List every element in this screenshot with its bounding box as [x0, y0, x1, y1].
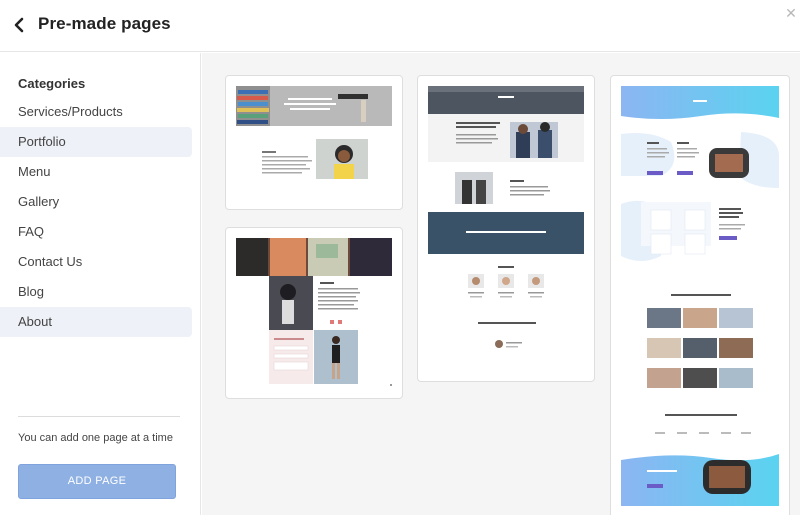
- template-preview: [236, 86, 392, 179]
- template-card-about-fashion[interactable]: [225, 227, 403, 399]
- sidebar-item-label: About: [18, 314, 52, 329]
- category-list: Services/Products Portfolio Menu Gallery…: [0, 97, 201, 337]
- sidebar-item-menu[interactable]: Menu: [0, 157, 201, 187]
- template-gallery: [202, 53, 800, 515]
- close-icon[interactable]: ✕: [784, 6, 798, 20]
- template-card-about-team[interactable]: [610, 75, 790, 515]
- sidebar-item-label: Contact Us: [18, 254, 83, 269]
- chevron-left-icon[interactable]: [10, 14, 30, 36]
- dialog-header: Pre-made pages ✕: [0, 0, 800, 52]
- template-card-about-books[interactable]: [225, 75, 403, 210]
- template-preview: [236, 238, 392, 386]
- categories-heading: Categories: [18, 76, 86, 91]
- sidebar-item-services-products[interactable]: Services/Products: [0, 97, 201, 127]
- sidebar-item-blog[interactable]: Blog: [0, 277, 201, 307]
- sidebar-item-label: Services/Products: [18, 104, 123, 119]
- sidebar-item-label: Menu: [18, 164, 51, 179]
- sidebar-item-gallery[interactable]: Gallery: [0, 187, 201, 217]
- sidebar-item-label: Blog: [18, 284, 45, 299]
- categories-sidebar: Categories Services/Products Portfolio M…: [0, 53, 201, 515]
- sidebar-divider: [18, 416, 180, 417]
- page-title: Pre-made pages: [38, 14, 171, 33]
- sidebar-item-label: Portfolio: [18, 134, 66, 149]
- template-card-about-business[interactable]: [417, 75, 595, 382]
- template-preview: [621, 86, 779, 506]
- add-page-hint: You can add one page at a time: [18, 432, 173, 444]
- sidebar-item-contact-us[interactable]: Contact Us: [0, 247, 201, 277]
- sidebar-item-about[interactable]: About: [0, 307, 192, 337]
- add-page-button[interactable]: ADD PAGE: [18, 464, 176, 499]
- sidebar-item-portfolio[interactable]: Portfolio: [0, 127, 192, 157]
- template-preview: [428, 86, 584, 348]
- sidebar-item-label: Gallery: [18, 194, 60, 209]
- sidebar-item-faq[interactable]: FAQ: [0, 217, 201, 247]
- sidebar-item-label: FAQ: [18, 224, 45, 239]
